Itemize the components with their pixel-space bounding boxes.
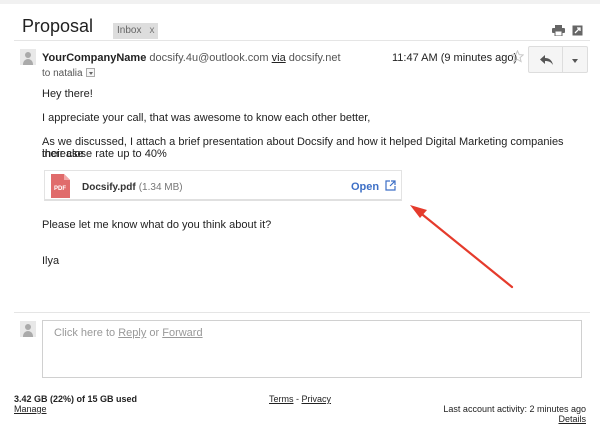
manage-link[interactable]: Manage — [14, 404, 137, 414]
pdf-type-label: PDF — [54, 186, 66, 192]
recipient-line: to natalia — [42, 68, 95, 79]
storage-info: 3.42 GB (22%) of 15 GB used Manage — [14, 394, 137, 414]
details-link[interactable]: Details — [443, 414, 586, 424]
body-greeting: Hey there! — [42, 88, 93, 100]
privacy-link[interactable]: Privacy — [302, 394, 332, 404]
remove-label-icon[interactable]: x — [149, 25, 154, 36]
sender-name[interactable]: YourCompanyName — [42, 52, 146, 64]
sender-line: YourCompanyName docsify.4u@outlook.com v… — [42, 52, 341, 64]
attachment-open-link[interactable]: Open — [351, 181, 379, 193]
body-question: Please let me know what do you think abo… — [42, 219, 272, 231]
pdf-icon: PDF — [51, 174, 70, 198]
reply-button[interactable] — [528, 46, 563, 73]
forward-link[interactable]: Forward — [162, 327, 202, 339]
new-window-icon[interactable] — [572, 25, 583, 36]
recipient-text: to natalia — [42, 68, 83, 79]
avatar-head — [25, 324, 31, 330]
terms-link[interactable]: Terms — [269, 394, 294, 404]
avatar-body — [23, 59, 33, 65]
print-icon[interactable] — [552, 25, 565, 36]
footer-links: Terms - Privacy — [269, 394, 331, 404]
show-details-icon[interactable] — [85, 68, 95, 77]
external-link-icon[interactable] — [385, 180, 396, 191]
inbox-label-chip[interactable]: Inbox x — [113, 23, 159, 39]
subject-row: Proposal Inbox x — [0, 8, 600, 40]
star-icon[interactable] — [511, 50, 524, 63]
reply-or: or — [146, 327, 163, 339]
annotation-arrow — [410, 205, 514, 289]
body-paragraph-1: I appreciate your call, that was awesome… — [42, 112, 371, 124]
avatar-head — [25, 52, 31, 58]
reply-arrow-icon — [540, 55, 553, 65]
label-chip-text: Inbox — [117, 25, 142, 36]
avatar-body — [23, 331, 33, 337]
attachment-name: Docsify.pdf (1.34 MB) — [82, 182, 183, 193]
footer-separator: - — [293, 394, 302, 404]
reply-divider — [14, 312, 590, 313]
last-activity-text: Last account activity: 2 minutes ago — [443, 404, 586, 414]
via-domain: docsify.net — [288, 52, 341, 64]
user-avatar — [20, 321, 36, 337]
attachment-card[interactable]: PDF Docsify.pdf (1.34 MB) Open — [44, 170, 402, 201]
more-options-button[interactable] — [562, 46, 588, 73]
reply-link[interactable]: Reply — [118, 327, 146, 339]
storage-usage: 3.42 GB (22%) of 15 GB used — [14, 394, 138, 404]
sender-avatar — [20, 49, 36, 65]
header-divider — [14, 40, 590, 41]
email-subject: Proposal — [22, 16, 94, 36]
body-paragraph-2-cont: their close rate up to 40% — [42, 148, 167, 160]
quick-reply-box[interactable]: Click here to Reply or Forward — [42, 320, 582, 378]
sender-email: docsify.4u@outlook.com — [149, 52, 269, 64]
body-signature: Ilya — [42, 255, 60, 267]
account-activity: Last account activity: 2 minutes ago Det… — [443, 404, 586, 424]
reply-prompt: Click here to Reply or Forward — [54, 327, 203, 339]
attachment-filename: Docsify.pdf — [82, 182, 136, 193]
attachment-size: (1.34 MB) — [138, 182, 183, 193]
message-time: 11:47 AM (9 minutes ago) — [392, 52, 518, 64]
via-link[interactable]: via — [272, 52, 286, 64]
top-border — [0, 0, 600, 4]
chevron-down-icon — [572, 59, 578, 63]
reply-prefix: Click here to — [54, 327, 119, 339]
